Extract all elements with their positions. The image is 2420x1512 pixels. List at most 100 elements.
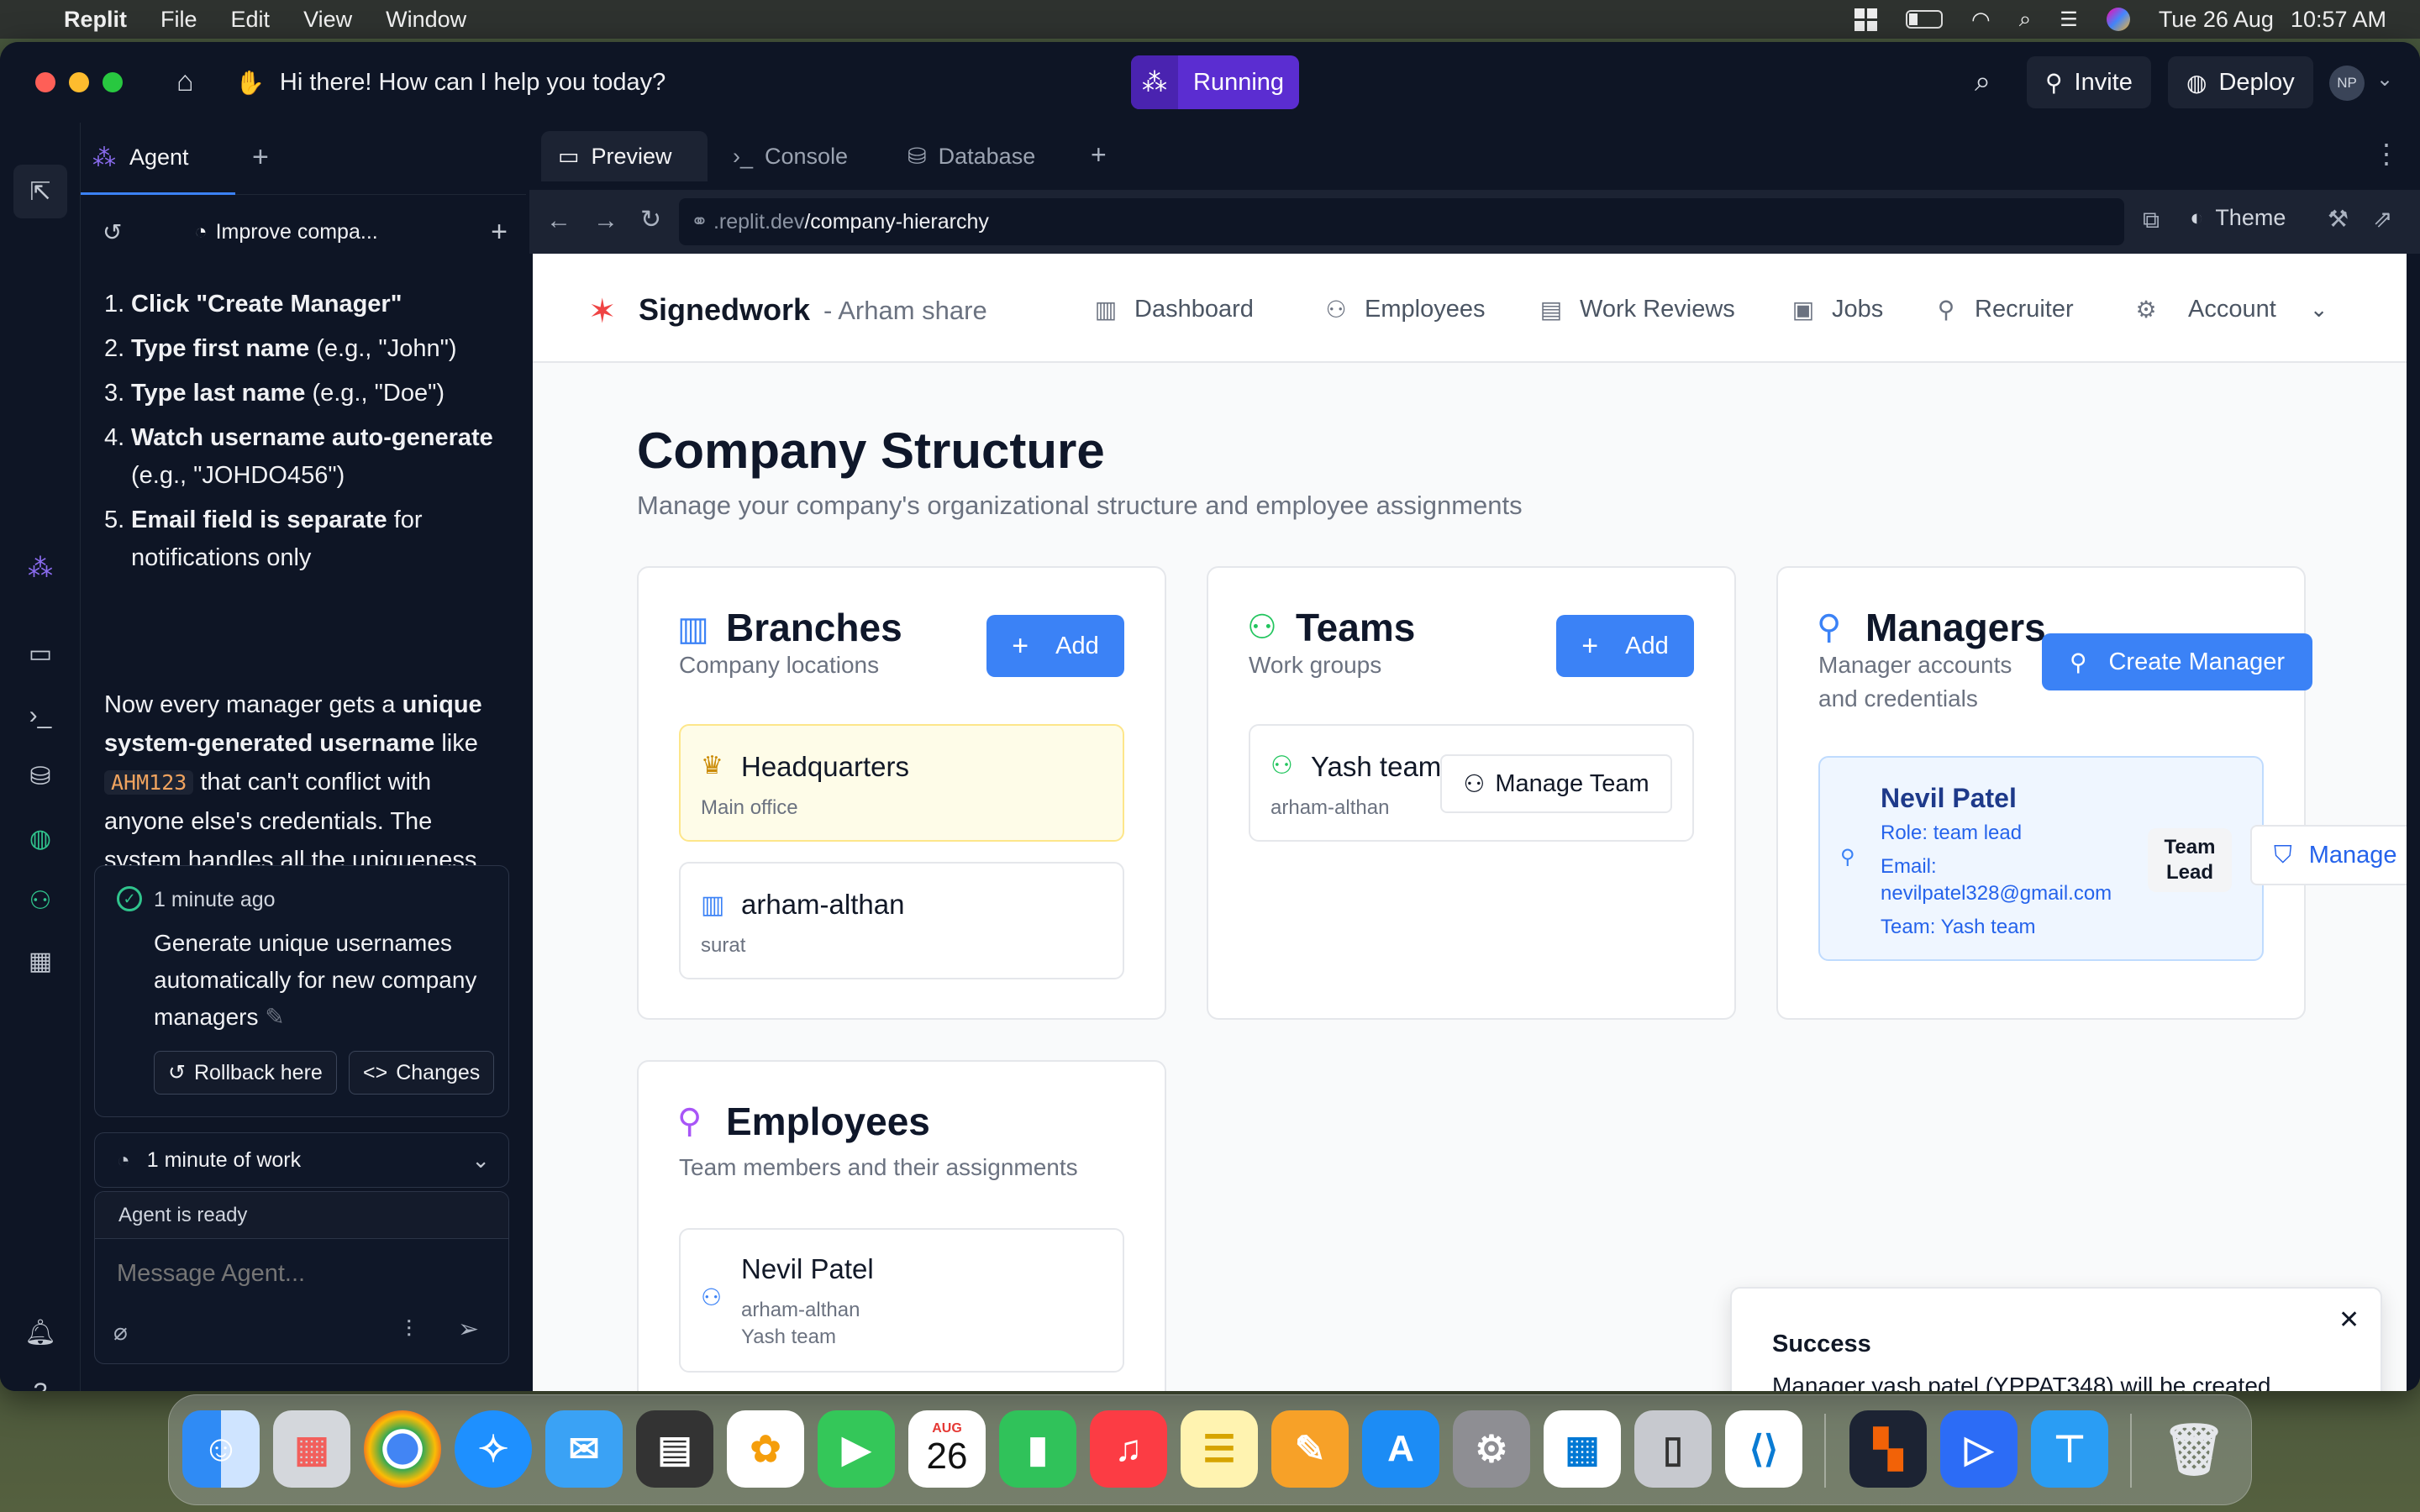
notifications-icon[interactable]: 🔔︎ xyxy=(24,1317,56,1347)
tab-console[interactable]: ›_ Console xyxy=(716,131,882,181)
facetime-icon[interactable]: ▶ xyxy=(818,1410,895,1488)
tab-database[interactable]: ⛁ Database xyxy=(891,131,1067,181)
add-team-button[interactable]: + Add xyxy=(1556,615,1694,677)
trash-icon[interactable]: 🗑︎ xyxy=(2155,1410,2233,1488)
send-icon[interactable]: ➢ xyxy=(458,1315,479,1344)
all-tools-icon[interactable]: ▦ xyxy=(25,946,55,976)
database-tool-icon[interactable]: ⛁ xyxy=(25,761,55,791)
pages-icon[interactable]: ✎ xyxy=(1271,1410,1349,1488)
mail-icon[interactable]: ✉ xyxy=(545,1410,623,1488)
minimize-window-button[interactable] xyxy=(69,72,89,92)
search-icon[interactable]: ⌕ xyxy=(1975,66,1991,98)
menu-window[interactable]: Window xyxy=(386,7,466,33)
team-item-yash-team[interactable]: ⚇ Yash team arham-althan ⚇ Manage Team xyxy=(1249,724,1694,842)
manage-team-button[interactable]: ⚇ Manage Team xyxy=(1440,754,1672,813)
calendar-icon[interactable]: AUG 26 xyxy=(908,1410,986,1488)
new-tab-plus-icon[interactable]: + xyxy=(252,141,269,174)
add-branch-button[interactable]: + Add xyxy=(986,615,1124,677)
menu-edit[interactable]: Edit xyxy=(231,7,271,33)
thread-title[interactable]: ◔ Improve compa... xyxy=(194,220,377,244)
running-status-button[interactable]: ⁂ Running xyxy=(1131,55,1300,109)
system-settings-icon[interactable]: ⚙ xyxy=(1453,1410,1530,1488)
create-manager-button[interactable]: ⚲ Create Manager xyxy=(2042,633,2312,690)
more-vertical-icon[interactable]: ⋮ xyxy=(2373,138,2400,170)
zoom-window-button[interactable] xyxy=(103,72,123,92)
windows-grid-icon[interactable] xyxy=(1854,8,1878,31)
notes-icon[interactable]: ☰ xyxy=(1181,1410,1258,1488)
windows-app-icon[interactable]: ▦ xyxy=(1544,1410,1621,1488)
settings-sliders-icon[interactable]: ⫶ xyxy=(406,1316,412,1344)
tab-preview[interactable]: ▭ Preview xyxy=(541,131,708,181)
reload-icon[interactable]: ↻ xyxy=(640,205,661,234)
help-icon[interactable]: ? xyxy=(25,1378,55,1391)
branch-item-arham-althan[interactable]: ▥ arham-althan surat xyxy=(679,862,1124,979)
safari-icon[interactable]: ✧ xyxy=(455,1410,532,1488)
close-window-button[interactable] xyxy=(35,72,55,92)
history-icon[interactable]: ↺ xyxy=(103,218,122,246)
tab-agent[interactable]: ⁂ Agent xyxy=(81,123,235,195)
message-agent-input[interactable] xyxy=(117,1252,487,1294)
deploy-button[interactable]: ◍ Deploy xyxy=(2168,56,2313,108)
toggle-sidebar-icon[interactable]: ⇱ xyxy=(13,165,67,218)
numbers-icon[interactable]: ▮ xyxy=(999,1410,1076,1488)
agent-tool-icon[interactable]: ⁂ xyxy=(25,553,55,583)
wrench-icon[interactable]: ⚒ xyxy=(2328,205,2349,233)
add-tab-plus-icon[interactable]: + xyxy=(1091,139,1107,171)
console-tool-icon[interactable]: ›_ xyxy=(25,701,55,731)
attach-paperclip-icon[interactable]: ⌀ xyxy=(113,1318,128,1346)
work-duration-card[interactable]: ◔ 1 minute of work ⌄ xyxy=(94,1132,509,1188)
app-store-icon[interactable]: A xyxy=(1362,1410,1439,1488)
rollback-button[interactable]: ↺ Rollback here xyxy=(154,1051,337,1095)
forward-arrow-icon[interactable]: → xyxy=(593,207,618,235)
users-tool-icon[interactable]: ⚇ xyxy=(25,885,55,916)
menubar-time[interactable]: 10:57 AM xyxy=(2291,7,2386,33)
manager-card-nevil-patel[interactable]: ⚲ Nevil Patel Role: team lead Email: nev… xyxy=(1818,756,2407,961)
iphone-mirroring-icon[interactable]: ▯ xyxy=(1634,1410,1712,1488)
deploy-tool-icon[interactable]: ◍ xyxy=(25,823,55,853)
changes-button[interactable]: <> Changes xyxy=(349,1051,495,1095)
open-external-icon[interactable]: ⇗ xyxy=(2373,205,2392,233)
manage-manager-button[interactable]: ⛉ Manage xyxy=(2250,825,2407,885)
battery-icon[interactable] xyxy=(1906,10,1944,29)
wifi-icon[interactable]: ◠ xyxy=(1971,7,1991,33)
employee-item-nevil-patel[interactable]: ⚇ Nevil Patel arham-althan Yash team xyxy=(679,1228,1124,1373)
nav-recruiter[interactable]: ⚲ Recruiter xyxy=(1933,291,2074,328)
spotlight-search-icon[interactable]: ⌕ xyxy=(2019,6,2032,33)
preview-tool-icon[interactable]: ▭ xyxy=(25,638,55,669)
vscode-icon[interactable]: ⟨⟩ xyxy=(1725,1410,1802,1488)
invite-button[interactable]: ⚲ Invite xyxy=(2027,56,2151,108)
replit-icon[interactable]: ▚ xyxy=(1849,1410,1927,1488)
agent-prompt-bar[interactable]: ✋ Hi there! How can I help you today? xyxy=(235,62,666,102)
finder-icon[interactable]: ☺ xyxy=(182,1410,260,1488)
user-avatar[interactable]: NP xyxy=(2329,66,2365,101)
edit-pencil-icon[interactable]: ✎ xyxy=(265,1004,284,1030)
signedwork-logo-icon[interactable]: ✶ xyxy=(588,292,617,331)
photos-icon[interactable]: ✿ xyxy=(727,1410,804,1488)
calculator-icon[interactable]: ▤ xyxy=(636,1410,713,1488)
close-icon[interactable]: ✕ xyxy=(2338,1305,2360,1335)
devices-icon[interactable]: ⧉ xyxy=(2143,207,2160,234)
theme-button[interactable]: ◐ Theme xyxy=(2190,205,2286,231)
nav-account[interactable]: ⚙ Account ⌄ xyxy=(2133,291,2328,328)
nav-jobs[interactable]: ▣ Jobs xyxy=(1790,291,1884,328)
screen-recorder-icon[interactable]: ▷ xyxy=(1940,1410,2018,1488)
keynote-icon[interactable]: ⊤ xyxy=(2031,1410,2108,1488)
home-icon[interactable]: ⌂ xyxy=(176,66,194,98)
menubar-date[interactable]: Tue 26 Aug xyxy=(2159,7,2274,33)
siri-icon[interactable] xyxy=(2106,8,2130,31)
music-icon[interactable]: ♫ xyxy=(1090,1410,1167,1488)
branch-item-headquarters[interactable]: ♛ Headquarters Main office xyxy=(679,724,1124,842)
menu-view[interactable]: View xyxy=(303,7,352,33)
launchpad-icon[interactable]: ▦ xyxy=(273,1410,350,1488)
nav-work-reviews[interactable]: ▤ Work Reviews xyxy=(1538,291,1735,328)
menu-app-name[interactable]: Replit xyxy=(64,7,127,33)
chevron-down-icon[interactable]: ⌄ xyxy=(2376,67,2393,92)
new-thread-plus-icon[interactable]: + xyxy=(491,216,508,249)
nav-dashboard[interactable]: ▥ Dashboard xyxy=(1092,291,1254,328)
menu-file[interactable]: File xyxy=(160,7,197,33)
nav-employees[interactable]: ⚇ Employees xyxy=(1323,291,1485,328)
chrome-icon[interactable] xyxy=(364,1410,441,1488)
control-center-icon[interactable]: ☰ xyxy=(2060,8,2078,32)
back-arrow-icon[interactable]: ← xyxy=(546,207,571,235)
brand-name[interactable]: Signedwork xyxy=(639,292,810,328)
